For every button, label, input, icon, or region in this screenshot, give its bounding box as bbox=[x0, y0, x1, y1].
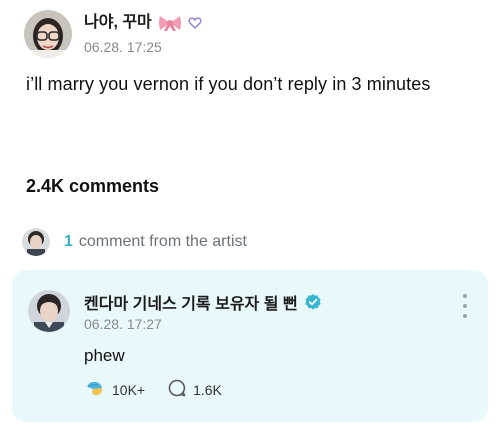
artist-comment-time: 06.28. 17:27 bbox=[84, 316, 162, 332]
artist-comment-label: comment from the artist bbox=[78, 233, 247, 250]
author-row: 나야, 꾸마 bbox=[84, 13, 202, 33]
artist-name[interactable]: 켄다마 기네스 기록 보유자 될 뻔 bbox=[84, 290, 298, 314]
post-header: 나야, 꾸마 06.28. 17:25 bbox=[24, 10, 202, 58]
more-vertical-icon[interactable] bbox=[460, 294, 470, 318]
author-avatar[interactable] bbox=[24, 10, 72, 58]
like-button[interactable]: 10K+ bbox=[84, 378, 145, 401]
like-count: 10K+ bbox=[112, 381, 146, 398]
heart-icon bbox=[188, 16, 202, 30]
artist-comment-text: phew bbox=[84, 346, 125, 365]
post-time: 06.28. 17:25 bbox=[84, 39, 162, 55]
artist-comment-count: 1 bbox=[64, 233, 73, 250]
ribbon-icon bbox=[158, 14, 182, 32]
reply-button[interactable]: 1.6K bbox=[167, 378, 222, 401]
verified-badge-icon bbox=[304, 293, 322, 311]
comment-count[interactable]: 2.4K comments bbox=[26, 176, 159, 197]
author-block: 나야, 꾸마 06.28. 17:25 bbox=[84, 13, 202, 55]
author-name[interactable]: 나야, 꾸마 bbox=[84, 13, 152, 33]
artist-comment-summary[interactable]: 1 comment from the artist bbox=[22, 228, 247, 256]
artist-avatar-small bbox=[22, 228, 50, 256]
comment-bubble-icon bbox=[167, 378, 187, 401]
reply-count: 1.6K bbox=[193, 381, 222, 398]
post-page: 나야, 꾸마 06.28. 17:25 i’ll marry you verno… bbox=[0, 0, 500, 429]
artist-comment-actions: 10K+ 1.6K bbox=[84, 378, 222, 401]
artist-avatar[interactable] bbox=[28, 290, 70, 332]
artist-comment-card: 켄다마 기네스 기록 보유자 될 뻔 06.28. 17:27 phew 10K… bbox=[12, 270, 488, 422]
artist-name-row: 켄다마 기네스 기록 보유자 될 뻔 bbox=[84, 290, 322, 314]
post-text: i’ll marry you vernon if you don’t reply… bbox=[26, 74, 431, 94]
like-icon bbox=[84, 378, 106, 401]
